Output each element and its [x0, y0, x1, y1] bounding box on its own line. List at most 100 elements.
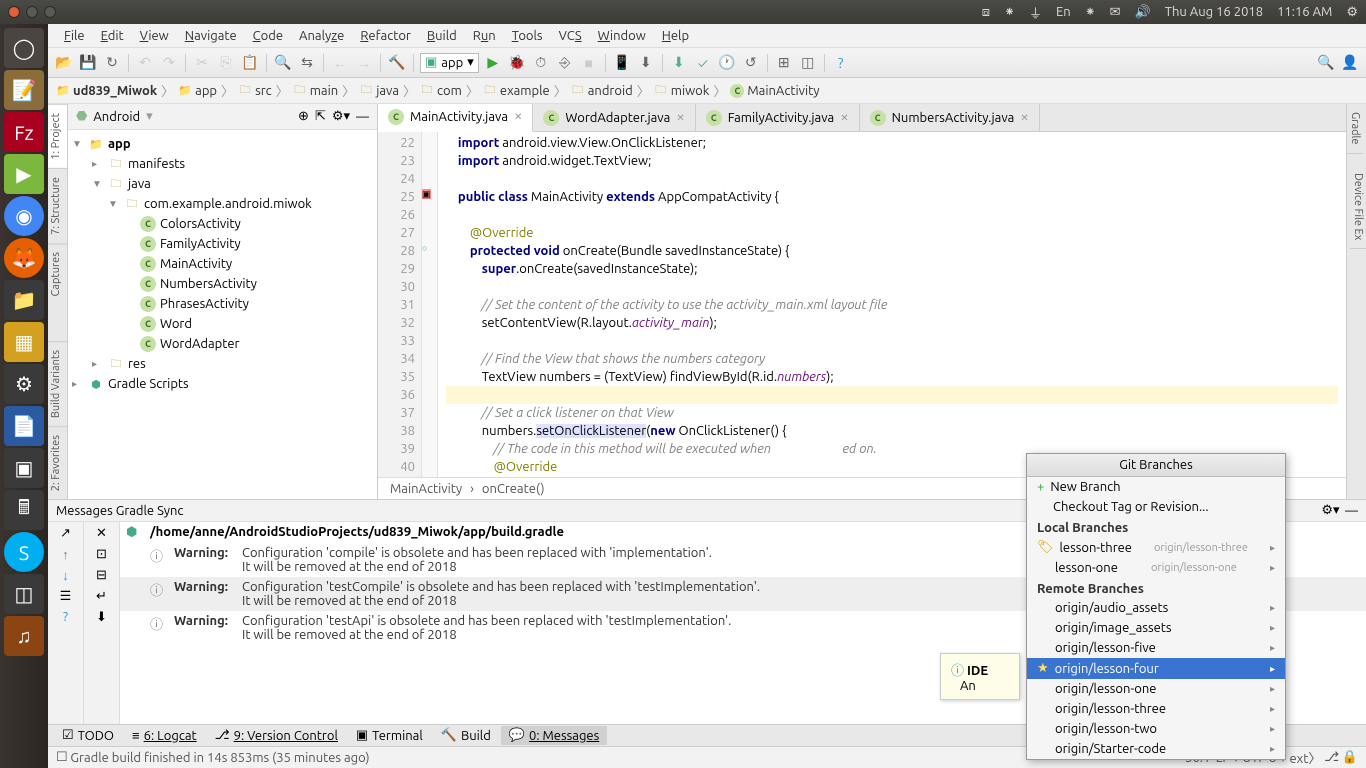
expand-icon[interactable]: ⊡	[96, 547, 107, 562]
save-icon[interactable]: 💾	[78, 53, 98, 73]
tab-main-activity[interactable]: CMainActivity.java✕	[378, 104, 533, 132]
search-everywhere-icon[interactable]: 🔍	[1316, 53, 1336, 73]
mail-icon[interactable]: ✉	[1110, 5, 1121, 20]
vcs-update-icon[interactable]: ⬇	[669, 53, 689, 73]
writer-icon[interactable]: 📄	[4, 406, 44, 446]
git-remote-3[interactable]: ★origin/lesson-four▸	[1027, 658, 1285, 679]
btab-vcs[interactable]: ⎇ 9: Version Control	[207, 726, 346, 745]
tree-class-6[interactable]: CWordAdapter	[68, 334, 377, 354]
screenshot-icon[interactable]: ◫	[4, 574, 44, 614]
next-icon[interactable]: ↓	[62, 568, 69, 583]
menu-view[interactable]: View	[134, 27, 175, 45]
bc-class[interactable]: CMainActivity	[728, 84, 821, 98]
stop2-icon[interactable]: ✕	[96, 526, 107, 541]
tab-gradle[interactable]: Gradle	[1347, 104, 1363, 154]
menu-code[interactable]: Code	[247, 27, 289, 45]
soft-wrap-icon[interactable]: ↵	[96, 589, 107, 604]
menu-tools[interactable]: Tools	[506, 27, 549, 45]
bc-app[interactable]: 📁app	[176, 84, 219, 98]
tree-class-2[interactable]: CMainActivity	[68, 254, 377, 274]
git-local-0[interactable]: 🏷lesson-threeorigin/lesson-three▸	[1027, 537, 1285, 558]
context[interactable]: ext〉	[1289, 748, 1321, 767]
dash-icon[interactable]: ◯	[4, 28, 44, 68]
bc-example[interactable]: 🗀example	[481, 84, 552, 98]
tab-captures[interactable]: Captures	[48, 243, 67, 304]
volume-icon[interactable]: 🔊	[1135, 5, 1151, 20]
firefox-icon[interactable]: 🦊	[4, 238, 44, 278]
panel-hide-icon[interactable]: —	[1345, 504, 1358, 518]
redo-icon[interactable]: ↷	[159, 53, 179, 73]
menu-refactor[interactable]: Refactor	[354, 27, 417, 45]
chrome-icon[interactable]: ◉	[4, 196, 44, 236]
tree-pkg[interactable]: ▼🗀com.example.android.miwok	[68, 194, 377, 214]
btab-messages[interactable]: 💬 0: Messages	[501, 726, 607, 745]
git-remote-5[interactable]: origin/lesson-three▸	[1027, 699, 1285, 719]
replace-icon[interactable]: ⇆	[297, 53, 317, 73]
btab-terminal[interactable]: ▣ Terminal	[348, 726, 431, 745]
collapse2-icon[interactable]: ⊟	[96, 568, 107, 583]
tab-word-adapter[interactable]: CWordAdapter.java✕	[533, 104, 695, 131]
attach-icon[interactable]: ⎆	[555, 53, 575, 73]
bc-com[interactable]: 🗀com	[418, 84, 464, 98]
open-icon[interactable]: 📂	[54, 53, 74, 73]
undo-icon[interactable]: ↶	[135, 53, 155, 73]
user-icon[interactable]: 👤	[1340, 53, 1360, 73]
menu-vcs[interactable]: VCS	[553, 27, 588, 45]
scroll-icon[interactable]: ⬇	[96, 610, 107, 625]
stop-icon[interactable]: ■	[579, 53, 599, 73]
vcs-revert-icon[interactable]: ↺	[741, 53, 761, 73]
menu-file[interactable]: File	[58, 27, 91, 45]
bc-java[interactable]: 🗀java	[357, 84, 401, 98]
menu-analyze[interactable]: Analyze	[293, 27, 350, 45]
tree-java[interactable]: ▼🗀java	[68, 174, 377, 194]
find-icon[interactable]: 🔍	[273, 53, 293, 73]
vcs-history-icon[interactable]: 🕐	[717, 53, 737, 73]
tree-app[interactable]: ▼📁app	[68, 134, 377, 154]
menu-run[interactable]: Run	[467, 27, 502, 45]
tab-favorites[interactable]: 2: Favorites	[48, 426, 67, 499]
run-config-select[interactable]: ▣app▾	[420, 53, 479, 73]
project-view-select[interactable]: Android	[93, 110, 140, 124]
vcs-commit-icon[interactable]: ✓	[693, 53, 713, 73]
cut-icon[interactable]: ✂	[192, 53, 212, 73]
app-icon-1[interactable]: ▦	[4, 322, 44, 362]
forward-icon[interactable]: →	[354, 53, 374, 73]
git-new-branch[interactable]: +New Branch	[1027, 477, 1285, 497]
window-maximize[interactable]	[44, 6, 56, 18]
tab-project[interactable]: 1: Project	[48, 104, 67, 168]
structure-icon[interactable]: ⊞	[774, 53, 794, 73]
tree-manifests[interactable]: ▸🗀manifests	[68, 154, 377, 174]
layout-icon[interactable]: ◫	[798, 53, 818, 73]
lock-icon[interactable]: 🔒	[1342, 750, 1358, 765]
menu-help[interactable]: Help	[656, 27, 695, 45]
tree-gradle[interactable]: ▸⬢Gradle Scripts	[68, 374, 377, 394]
bc-src[interactable]: 🗀src	[236, 84, 274, 98]
git-remote-7[interactable]: origin/Starter-code▸	[1027, 739, 1285, 759]
btab-todo[interactable]: ☑ TODO	[54, 726, 122, 745]
close-icon[interactable]: ✕	[514, 111, 522, 123]
export-icon[interactable]: ↗	[60, 526, 71, 541]
copy-icon[interactable]: ⎘	[216, 53, 236, 73]
android-studio-icon[interactable]: ▶	[4, 154, 44, 194]
wifi-icon[interactable]: ⏚	[1029, 3, 1042, 22]
menu-window[interactable]: Window	[592, 27, 652, 45]
prev-icon[interactable]: ↑	[62, 547, 69, 562]
tab-structure[interactable]: 7: Structure	[48, 168, 67, 243]
back-icon[interactable]: ←	[330, 53, 350, 73]
tab-build-variants[interactable]: Build Variants	[48, 341, 67, 426]
btab-logcat[interactable]: ≡ 6: Logcat	[124, 726, 205, 745]
window-minimize[interactable]	[26, 6, 38, 18]
git-indicator[interactable]: ⎇	[1324, 750, 1339, 765]
window-close[interactable]	[8, 6, 20, 18]
tree-class-1[interactable]: CFamilyActivity	[68, 234, 377, 254]
tree-class-3[interactable]: CNumbersActivity	[68, 274, 377, 294]
gear-icon[interactable]: ⚙	[1346, 5, 1358, 20]
tree-class-0[interactable]: CColorsActivity	[68, 214, 377, 234]
filter-icon[interactable]: ☰	[60, 589, 72, 604]
git-remote-4[interactable]: origin/lesson-one▸	[1027, 679, 1285, 699]
sdk-icon[interactable]: ⬇	[636, 53, 656, 73]
hide-icon[interactable]: —	[356, 110, 369, 124]
files-icon[interactable]: 📁	[4, 280, 44, 320]
bluetooth-icon[interactable]: ⁕	[1004, 5, 1015, 20]
menu-build[interactable]: Build	[421, 27, 463, 45]
